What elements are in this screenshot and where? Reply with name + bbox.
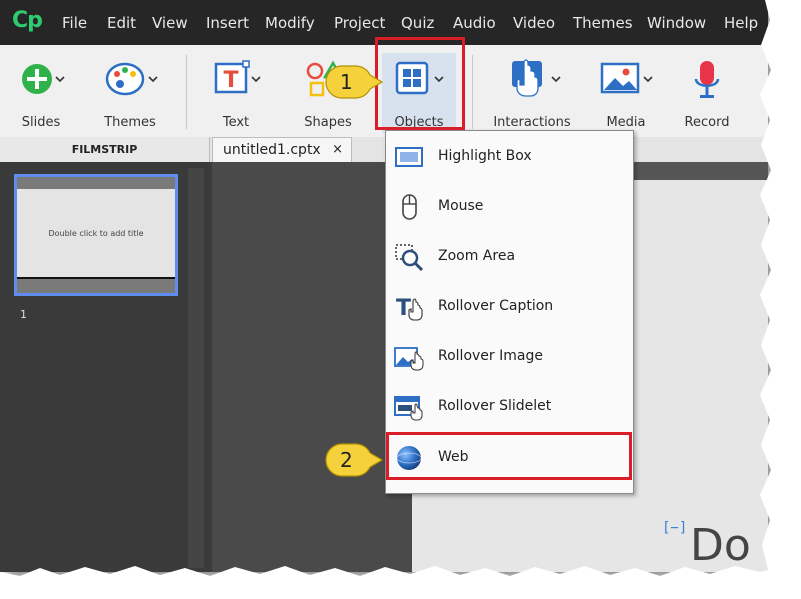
torn-edge-decoration — [0, 0, 801, 599]
